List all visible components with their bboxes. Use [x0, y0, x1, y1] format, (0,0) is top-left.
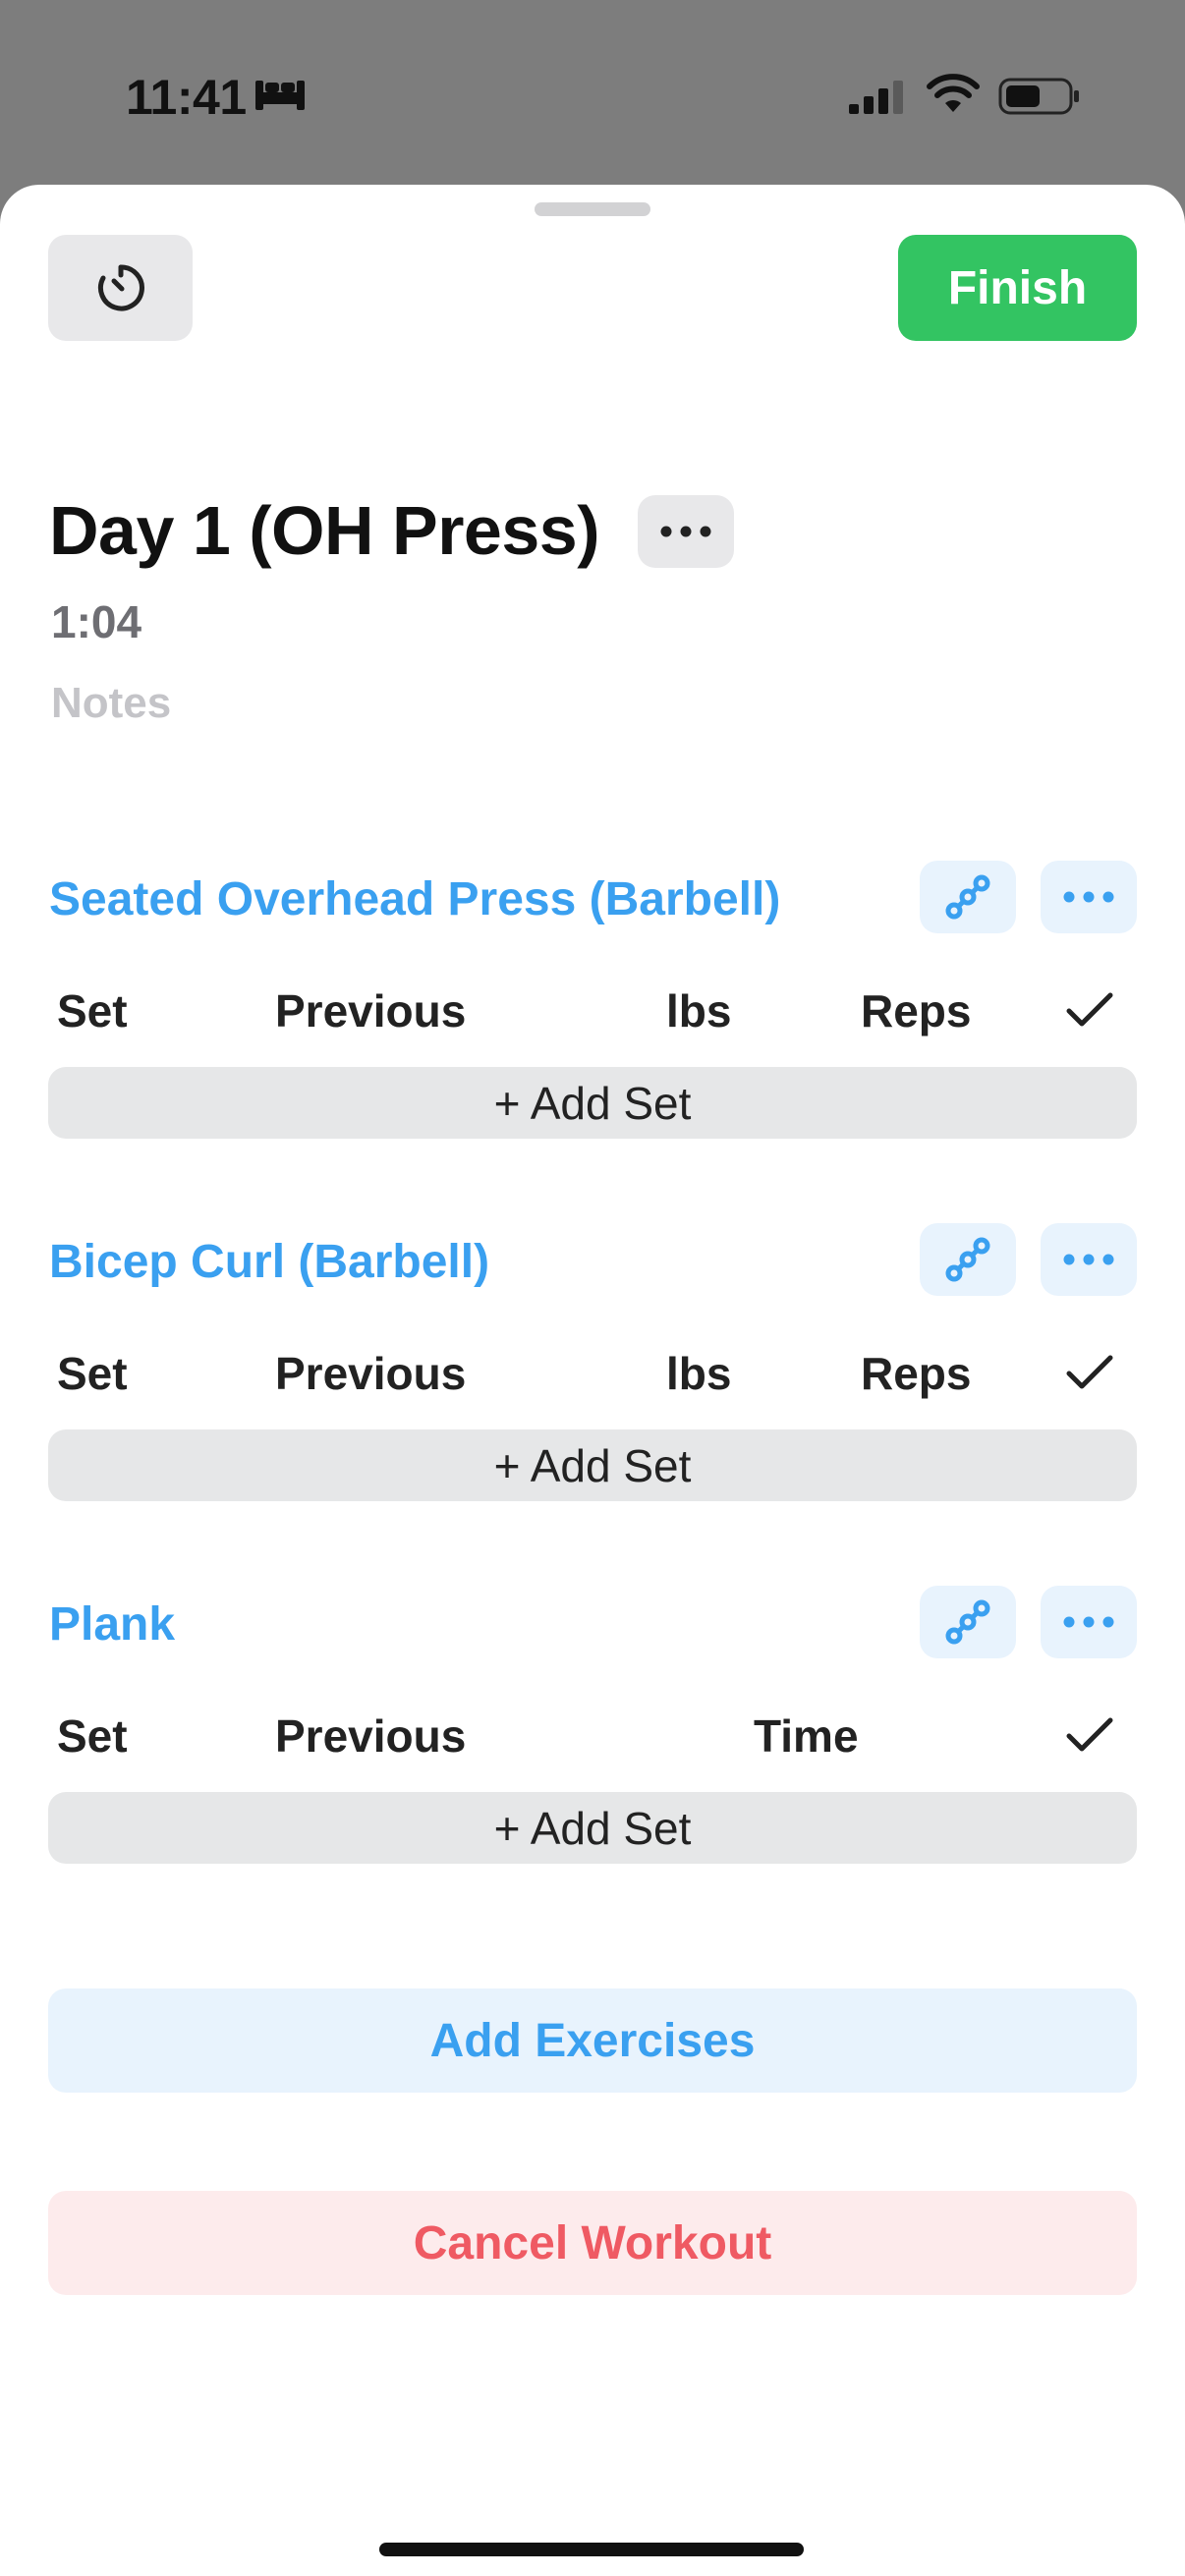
- exercise-more-button[interactable]: [1041, 1586, 1137, 1658]
- home-indicator[interactable]: [379, 2543, 804, 2556]
- exercise-name[interactable]: Seated Overhead Press (Barbell): [49, 872, 780, 926]
- exercise-name[interactable]: Plank: [49, 1597, 175, 1652]
- checkmark-icon: [1066, 1717, 1113, 1752]
- more-dots-icon: [1063, 1254, 1114, 1265]
- finish-button[interactable]: Finish: [898, 235, 1137, 341]
- column-header-reps: Reps: [861, 1348, 972, 1399]
- workout-sheet: Finish Day 1 (OH Press) 1:04 Notes Seate…: [0, 185, 1185, 2576]
- column-header-reps: Reps: [861, 985, 972, 1036]
- cancel-workout-button[interactable]: Cancel Workout: [48, 2191, 1137, 2295]
- checkmark-icon: [1066, 992, 1113, 1027]
- column-header-set: Set: [57, 985, 128, 1036]
- column-header-lbs: lbs: [666, 1348, 732, 1399]
- rest-timer-button[interactable]: [48, 235, 193, 341]
- sheet-grabber[interactable]: [535, 202, 650, 216]
- column-header-lbs: lbs: [666, 985, 732, 1036]
- notes-field[interactable]: Notes: [51, 679, 171, 728]
- status-bar: 11:41: [0, 0, 1185, 187]
- column-header-previous: Previous: [275, 1710, 467, 1762]
- add-set-button[interactable]: + Add Set: [48, 1429, 1137, 1501]
- exercise-link-button[interactable]: [920, 1223, 1016, 1296]
- exercise-link-button[interactable]: [920, 861, 1016, 933]
- exercise-more-button[interactable]: [1041, 1223, 1137, 1296]
- battery-icon: [998, 78, 1079, 115]
- more-dots-icon: [1063, 891, 1114, 903]
- column-header-previous: Previous: [275, 1348, 467, 1399]
- add-exercises-button[interactable]: Add Exercises: [48, 1988, 1137, 2093]
- add-set-button[interactable]: + Add Set: [48, 1067, 1137, 1139]
- column-header-set: Set: [57, 1710, 128, 1762]
- bed-icon: [255, 81, 305, 110]
- workout-more-button[interactable]: [638, 495, 734, 568]
- add-set-button[interactable]: + Add Set: [48, 1792, 1137, 1864]
- workout-title[interactable]: Day 1 (OH Press): [49, 491, 600, 570]
- column-header-previous: Previous: [275, 985, 467, 1036]
- elapsed-time: 1:04: [51, 596, 142, 647]
- more-dots-icon: [1063, 1616, 1114, 1628]
- column-header-set: Set: [57, 1348, 128, 1399]
- exercise-name[interactable]: Bicep Curl (Barbell): [49, 1235, 489, 1289]
- link-chain-icon: [945, 1237, 990, 1282]
- status-time: 11:41: [126, 70, 247, 125]
- cellular-signal-icon: [849, 81, 903, 114]
- link-chain-icon: [945, 1599, 990, 1645]
- column-header-time: Time: [754, 1710, 859, 1762]
- checkmark-icon: [1066, 1355, 1113, 1389]
- exercise-more-button[interactable]: [1041, 861, 1137, 933]
- exercise-link-button[interactable]: [920, 1586, 1016, 1658]
- timer-icon: [97, 264, 144, 311]
- wifi-icon: [927, 74, 980, 112]
- link-chain-icon: [945, 874, 990, 920]
- more-dots-icon: [660, 526, 711, 537]
